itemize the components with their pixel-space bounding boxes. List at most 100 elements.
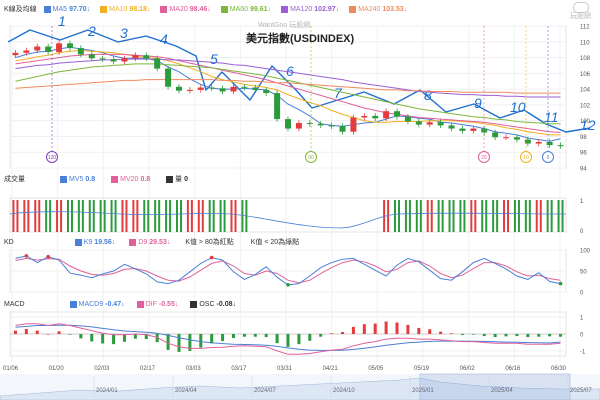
candle-body <box>492 132 499 138</box>
osc-bar <box>482 334 486 337</box>
osc-bar <box>101 334 105 344</box>
volume-bar <box>459 200 462 232</box>
volume-bar <box>212 200 215 232</box>
navigator-label: 2025/07 <box>570 388 592 394</box>
ma-legend-name: MA240 <box>358 5 381 13</box>
kd-legend-name: D9 <box>138 238 148 246</box>
kd-tick-label: 50 <box>580 270 587 276</box>
wave-number-label: 5 <box>210 51 218 67</box>
candle-body <box>12 52 19 56</box>
volume-legend-item: MV5 0.8 <box>60 174 95 184</box>
volume-bar <box>539 200 542 232</box>
osc-bar <box>471 334 475 335</box>
osc-bar <box>13 330 17 334</box>
volume-bar <box>186 200 189 232</box>
volume-bar <box>437 200 440 232</box>
navigator-label: 2024/10 <box>333 388 355 394</box>
volume-bar <box>175 200 178 232</box>
candle-body <box>132 55 139 59</box>
osc-bar <box>395 322 399 334</box>
ma-legend-item: MA240 103.53↓ <box>349 5 407 13</box>
x-tick-label: 01/20 <box>49 366 65 372</box>
brand-text: 玩股網 <box>570 13 591 20</box>
price-tick-label: 104 <box>580 88 591 94</box>
volume-bar <box>23 200 26 232</box>
ma-legend-swatch <box>43 5 51 13</box>
osc-bar <box>319 334 323 337</box>
volume-legend-label: 成交量 <box>4 176 25 183</box>
wave-number-label: 10 <box>510 99 526 115</box>
osc-bar <box>79 334 83 339</box>
x-tick-label: 03/03 <box>186 366 202 372</box>
candle-body <box>426 122 433 125</box>
main-legend: K線及均線 MA5 97.70↓ MA10 98.18↓ MA20 98.46↓ MA60 9… <box>4 4 407 14</box>
ma-legend-item: MA5 97.70↓ <box>43 5 90 13</box>
kd-legend-item: D9 29.53↓ <box>129 238 170 246</box>
volume-bar <box>398 200 401 232</box>
osc-bar <box>90 334 94 342</box>
x-tick-label: 06/02 <box>460 366 476 372</box>
volume-bar <box>230 200 233 232</box>
volume-legend-value: 0.8 <box>140 175 151 183</box>
volume-bar <box>27 200 30 232</box>
macd-legend-swatch <box>69 301 77 308</box>
osc-bar <box>330 333 334 334</box>
volume-legend-name: 量 <box>175 176 183 183</box>
volume-bar <box>154 200 157 232</box>
volume-bar <box>535 200 538 232</box>
macd-legend: MACD MACD9 -0.47↓ DIF -0.55↓ OSC -0.08↓ <box>4 301 236 308</box>
macd-legend-name: MACD9 <box>78 301 104 308</box>
volume-bar <box>88 200 91 232</box>
osc-bar <box>112 334 116 345</box>
volume-bar <box>517 200 520 232</box>
candle-body <box>557 145 564 147</box>
osc-bar <box>68 334 72 335</box>
macd-panel <box>9 311 567 357</box>
candle-body <box>208 87 215 89</box>
ma-legend-item: MA120 102.97↓ <box>281 5 339 13</box>
volume-bar <box>408 200 411 232</box>
volume-legend-item: MV20 0.8 <box>111 174 150 184</box>
wave-number-label: 3 <box>120 25 128 41</box>
kd-high-dot <box>209 255 214 260</box>
osc-bar <box>406 324 410 334</box>
osc-bar <box>537 334 541 337</box>
navigator-label: 2024/04 <box>175 388 197 394</box>
candle-body <box>339 126 346 132</box>
ma-legend-name: MA10 <box>109 5 128 13</box>
ma-legend-name: MA120 <box>290 5 313 13</box>
ma-legend-swatch <box>281 5 289 13</box>
candle-body <box>219 88 226 92</box>
ma-legend-swatch <box>220 5 228 13</box>
osc-bar <box>428 329 432 334</box>
navigator-label: 2024/07 <box>254 388 276 394</box>
candle-body <box>361 115 368 118</box>
candle-body <box>546 141 553 146</box>
volume-legend: 成交量 MV5 0.8 MV20 0.8 量 0 <box>4 174 188 184</box>
kd-low-dot <box>558 281 563 286</box>
osc-bar <box>133 334 137 339</box>
wave-number-label: 4 <box>160 31 168 47</box>
candle-body <box>306 123 313 125</box>
candle-body <box>241 86 248 88</box>
marker-label: 120 <box>48 155 57 161</box>
osc-bar <box>384 321 388 334</box>
price-tick-label: 96 <box>580 151 587 157</box>
kd-low-dot <box>286 283 290 287</box>
osc-bar <box>199 334 203 348</box>
ma-legend-value: 99.61↓ <box>250 5 272 13</box>
volume-bar <box>70 200 73 232</box>
kd-legend-swatch <box>74 238 82 246</box>
volume-bar <box>430 200 433 232</box>
volume-bar <box>241 200 244 232</box>
volume-bar <box>158 200 161 232</box>
wave-number-label: 6 <box>286 63 294 79</box>
volume-bar <box>496 200 499 232</box>
ma-legend-name: MA20 <box>169 5 188 13</box>
wave-number-label: 9 <box>474 95 482 111</box>
osc-bar <box>308 334 312 341</box>
volume-bar <box>16 200 19 232</box>
volume-bar <box>45 200 48 232</box>
candle-body <box>121 58 128 62</box>
navigator: 2024/01 2024/04 2024/07 2024/10 2025/01 2025/… <box>0 373 600 400</box>
